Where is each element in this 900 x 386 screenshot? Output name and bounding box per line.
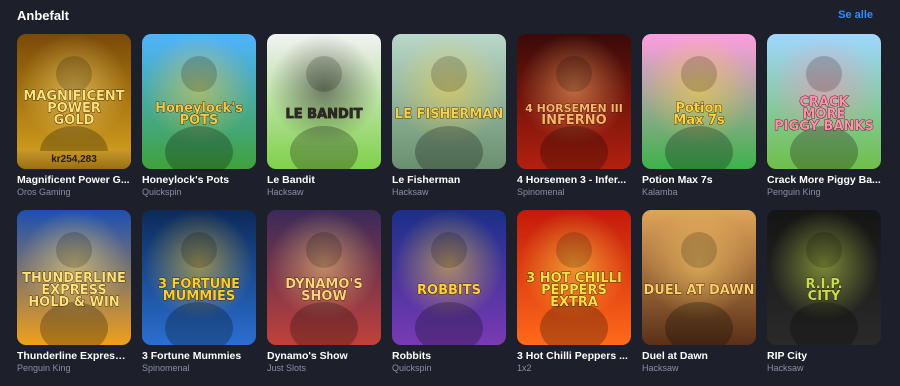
game-provider: Penguin King xyxy=(17,363,71,373)
game-provider: Hacksaw xyxy=(767,363,804,373)
jackpot-badge: kr254,283 xyxy=(17,151,131,169)
game-title[interactable]: Crack More Piggy Ba... xyxy=(767,174,881,186)
game-art: 4 HORSEMEN IIIINFERNO xyxy=(517,34,631,169)
game-logo-text: INFERNO xyxy=(541,113,606,128)
game-thumbnail[interactable]: R.I.P. CITY xyxy=(767,210,881,345)
game-card[interactable]: LE BANDIT Le Bandit Hacksaw xyxy=(267,34,381,198)
game-art: CRACKMOREPIGGY BANKS xyxy=(767,34,881,169)
game-art: 3 FORTUNEMUMMIES xyxy=(142,210,256,345)
game-logo-text: LE FISHERMAN xyxy=(395,107,503,122)
game-title[interactable]: RIP City xyxy=(767,350,881,362)
game-thumbnail[interactable]: LE BANDIT xyxy=(267,34,381,169)
game-card[interactable]: CRACK MORE PIGGY BANKS Crack More Piggy Ba.… xyxy=(767,34,881,198)
game-card[interactable]: 4 HORSEMEN III INFERNO 4 Horsemen 3 - Infe… xyxy=(517,34,631,198)
game-art: R.I.P.CITY xyxy=(767,210,881,345)
game-provider: Hacksaw xyxy=(642,363,679,373)
game-title[interactable]: Thunderline Express:... xyxy=(17,350,131,362)
game-logo-text: EXTRA xyxy=(550,295,598,310)
game-thumbnail[interactable]: 3 FORTUNE MUMMIES xyxy=(142,210,256,345)
game-grid: MAGNIFICENT POWER GOLD kr254,283 Magnificent… xyxy=(17,34,881,374)
game-art: ROBBITS xyxy=(392,210,506,345)
game-thumbnail[interactable]: CRACK MORE PIGGY BANKS xyxy=(767,34,881,169)
see-all-link[interactable]: Se alle xyxy=(838,9,873,21)
section-title: Anbefalt xyxy=(17,7,69,23)
game-art: DYNAMO'SSHOW xyxy=(267,210,381,345)
game-title[interactable]: 3 Fortune Mummies xyxy=(142,350,256,362)
game-card[interactable]: Honeylock's POTS Honeylock's Pots Quickspin xyxy=(142,34,256,198)
game-provider: Hacksaw xyxy=(267,187,304,197)
game-provider: Penguin King xyxy=(767,187,821,197)
game-title[interactable]: Potion Max 7s xyxy=(642,174,756,186)
game-title[interactable]: Robbits xyxy=(392,350,506,362)
game-thumbnail[interactable]: DUEL AT DAWN xyxy=(642,210,756,345)
game-provider: Spinomenal xyxy=(142,363,190,373)
game-logo-text: DUEL AT DAWN xyxy=(644,283,755,298)
game-logo-text: GOLD xyxy=(54,113,95,128)
game-logo-text: LE BANDIT xyxy=(285,107,362,122)
game-logo-text: PIGGY BANKS xyxy=(774,119,874,134)
game-thumbnail[interactable]: DYNAMO'S SHOW xyxy=(267,210,381,345)
game-title[interactable]: Magnificent Power G... xyxy=(17,174,131,186)
game-thumbnail[interactable]: LE FISHERMAN xyxy=(392,34,506,169)
game-provider: Quickspin xyxy=(392,363,432,373)
game-thumbnail[interactable]: THUNDERLINE EXPRESS HOLD & WIN xyxy=(17,210,131,345)
game-title[interactable]: 3 Hot Chilli Peppers ... xyxy=(517,350,631,362)
game-art: LE FISHERMAN xyxy=(392,34,506,169)
game-art: 3 HOT CHILLIPEPPERSEXTRA xyxy=(517,210,631,345)
game-logo-text: HOLD & WIN xyxy=(28,295,119,310)
game-logo-text: CITY xyxy=(808,289,841,304)
game-title[interactable]: Le Fisherman xyxy=(392,174,506,186)
game-provider: Oros Gaming xyxy=(17,187,71,197)
game-card[interactable]: R.I.P. CITY RIP City Hacksaw xyxy=(767,210,881,374)
game-provider: Hacksaw xyxy=(392,187,429,197)
game-card[interactable]: 3 FORTUNE MUMMIES 3 Fortune Mummies Spinome… xyxy=(142,210,256,374)
game-card[interactable]: DUEL AT DAWN Duel at Dawn Hacksaw xyxy=(642,210,756,374)
game-card[interactable]: THUNDERLINE EXPRESS HOLD & WIN Thunderline … xyxy=(17,210,131,374)
game-logo-text: SHOW xyxy=(301,289,347,304)
game-card[interactable]: 3 HOT CHILLI PEPPERS EXTRA 3 Hot Chilli Pep… xyxy=(517,210,631,374)
game-thumbnail[interactable]: 4 HORSEMEN III INFERNO xyxy=(517,34,631,169)
game-provider: Quickspin xyxy=(142,187,182,197)
game-art: PotionMax 7s xyxy=(642,34,756,169)
game-provider: 1x2 xyxy=(517,363,532,373)
game-art: THUNDERLINEEXPRESSHOLD & WIN xyxy=(17,210,131,345)
game-card[interactable]: MAGNIFICENT POWER GOLD kr254,283 Magnificent… xyxy=(17,34,131,198)
game-logo-text: MUMMIES xyxy=(163,289,235,304)
game-title[interactable]: Le Bandit xyxy=(267,174,381,186)
game-title[interactable]: Dynamo's Show xyxy=(267,350,381,362)
game-provider: Spinomenal xyxy=(517,187,565,197)
game-art: MAGNIFICENTPOWERGOLD xyxy=(17,34,131,169)
game-art: Honeylock'sPOTS xyxy=(142,34,256,169)
game-thumbnail[interactable]: 3 HOT CHILLI PEPPERS EXTRA xyxy=(517,210,631,345)
game-thumbnail[interactable]: Potion Max 7s xyxy=(642,34,756,169)
game-title[interactable]: 4 Horsemen 3 - Infer... xyxy=(517,174,631,186)
game-card[interactable]: DYNAMO'S SHOW Dynamo's Show Just Slots xyxy=(267,210,381,374)
game-logo-text: ROBBITS xyxy=(417,283,481,298)
game-provider: Kalamba xyxy=(642,187,678,197)
game-card[interactable]: ROBBITS Robbits Quickspin xyxy=(392,210,506,374)
game-logo-text: Max 7s xyxy=(673,113,725,128)
section-header: Anbefalt Se alle xyxy=(17,7,873,23)
game-art: LE BANDIT xyxy=(267,34,381,169)
game-title[interactable]: Duel at Dawn xyxy=(642,350,756,362)
game-card[interactable]: Potion Max 7s Potion Max 7s Kalamba xyxy=(642,34,756,198)
game-title[interactable]: Honeylock's Pots xyxy=(142,174,256,186)
game-thumbnail[interactable]: MAGNIFICENT POWER GOLD kr254,283 xyxy=(17,34,131,169)
game-provider: Just Slots xyxy=(267,363,307,373)
game-thumbnail[interactable]: Honeylock's POTS xyxy=(142,34,256,169)
game-thumbnail[interactable]: ROBBITS xyxy=(392,210,506,345)
game-logo-text: POTS xyxy=(180,113,219,128)
game-card[interactable]: LE FISHERMAN Le Fisherman Hacksaw xyxy=(392,34,506,198)
game-art: DUEL AT DAWN xyxy=(642,210,756,345)
